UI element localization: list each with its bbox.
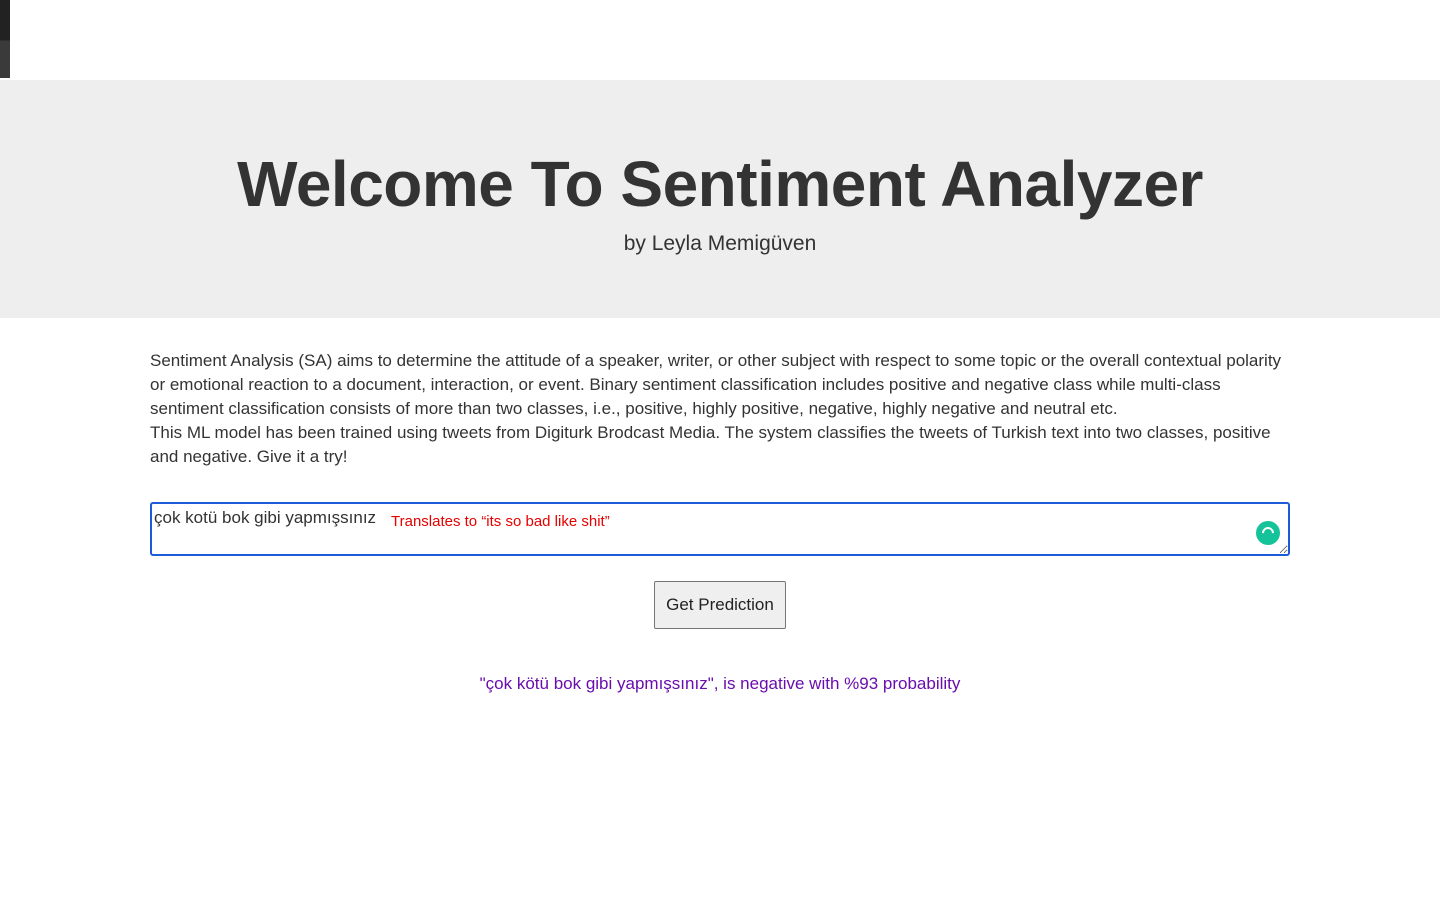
prediction-result: "çok kötü bok gibi yapmışsınız", is nega… bbox=[479, 674, 961, 693]
translation-annotation: Translates to “its so bad like shit” bbox=[391, 513, 610, 530]
page-title: Welcome To Sentiment Analyzer bbox=[237, 148, 1203, 220]
main-content: Sentiment Analysis (SA) aims to determin… bbox=[150, 349, 1290, 693]
button-row: Get Prediction bbox=[150, 581, 1290, 629]
text-input[interactable] bbox=[150, 502, 1290, 556]
intro-paragraph-1: Sentiment Analysis (SA) aims to determin… bbox=[150, 351, 1282, 418]
text-input-wrapper: Translates to “its so bad like shit” bbox=[150, 502, 1290, 556]
intro-text: Sentiment Analysis (SA) aims to determin… bbox=[150, 349, 1290, 469]
author-byline: by Leyla Memigüven bbox=[623, 232, 817, 255]
grammarly-icon[interactable] bbox=[1256, 521, 1280, 545]
hero-banner: Welcome To Sentiment Analyzer by Leyla M… bbox=[0, 80, 1440, 318]
intro-paragraph-2: This ML model has been trained using twe… bbox=[150, 423, 1271, 466]
window-edge bbox=[0, 0, 10, 78]
get-prediction-button[interactable]: Get Prediction bbox=[654, 581, 786, 629]
